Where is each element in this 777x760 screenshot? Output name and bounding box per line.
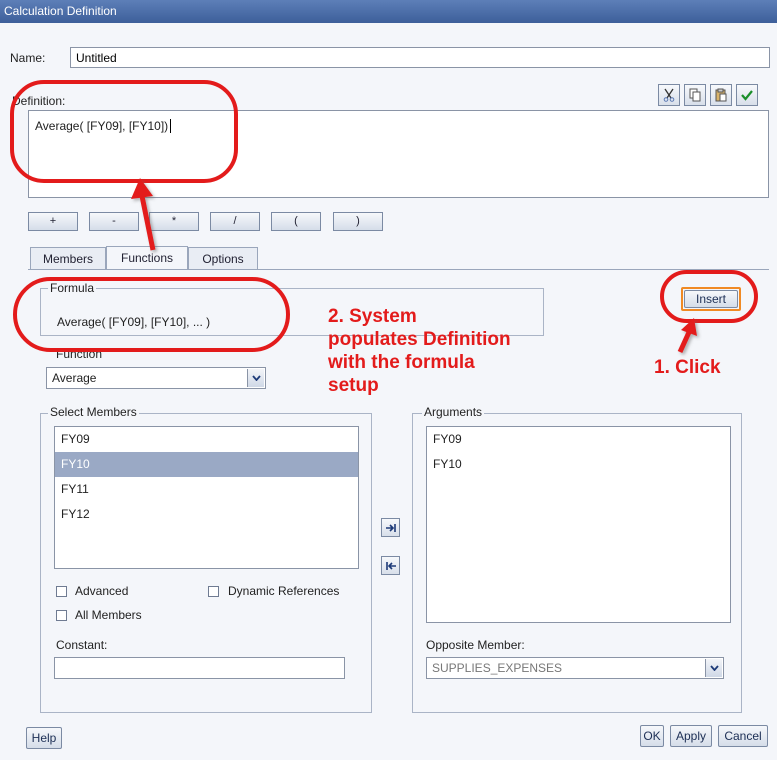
step1-annotation: 1. Click (654, 357, 721, 378)
step1-arrow-icon (677, 328, 693, 354)
step2-annotation: 2. System populates Definition with the … (328, 306, 511, 396)
step2-arrow-icon (139, 195, 156, 251)
